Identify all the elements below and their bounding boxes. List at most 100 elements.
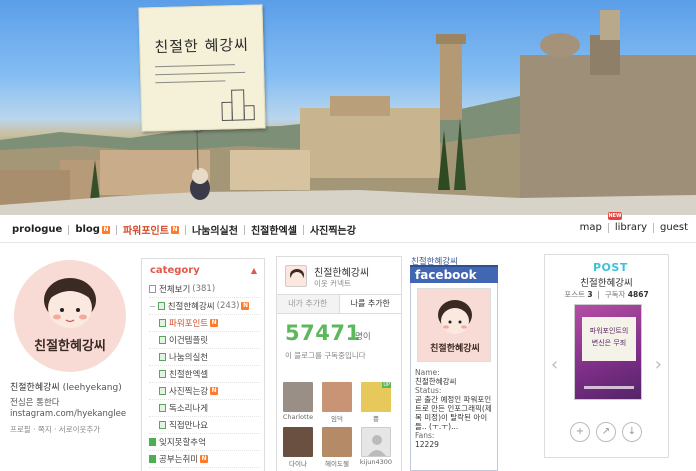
next-arrow-icon[interactable]: › (655, 354, 662, 375)
neighbor-thumbnail (322, 382, 352, 412)
profile-panel: 친절한혜강씨 친절한혜강씨 (leehyekang) 전심은 통한다 insta… (10, 260, 130, 435)
post-book-cover[interactable]: 파워포인트의 변신은 무죄 (574, 304, 642, 400)
nav-divider (115, 224, 117, 235)
download-icon[interactable]: ↓ (622, 422, 642, 442)
category-item-label: 파워포인트 (169, 319, 209, 329)
cover-title-box: 파워포인트의 변신은 무죄 (582, 317, 636, 361)
profile-name[interactable]: 친절한혜강씨 (10, 383, 60, 393)
category-item-label: 이건템플릿 (169, 336, 209, 346)
post-logo[interactable]: POST (593, 261, 628, 274)
nav-powerpoint[interactable]: 파워포인트 N (123, 222, 179, 237)
facebook-header: facebook (410, 265, 498, 283)
posts-label: 포스트 (564, 290, 586, 299)
facebook-fans: 12229 (415, 440, 439, 449)
nav-divider (184, 224, 186, 235)
neighbor-item[interactable]: Charlotte (281, 382, 315, 423)
svg-text:친절한혜강씨: 친절한혜강씨 (34, 338, 106, 354)
profile-avatar[interactable]: 친절한혜강씨 (14, 260, 126, 372)
profile-name-line: 친절한혜강씨 (leehyekang) (10, 382, 130, 394)
folder-icon (159, 336, 166, 344)
neighbor-widget: 친절한혜강씨 이웃 커넥트 내가 추가한 나를 추가한 57471 명이 이 블… (276, 256, 402, 471)
prev-arrow-icon[interactable]: ‹ (551, 354, 558, 375)
neighbor-item[interactable]: 다이나 (281, 427, 315, 468)
category-item[interactable]: 친절한엑셀 (149, 366, 261, 383)
new-badge: N (200, 455, 209, 463)
facebook-logo[interactable]: facebook (415, 268, 477, 282)
new-badge: N (170, 225, 179, 234)
nav-powerpoint-label: 파워포인트 (122, 226, 169, 237)
nav-sharing[interactable]: 나눔의실천 (192, 222, 238, 237)
cover-title-line: 변신은 무죄 (591, 339, 627, 347)
category-item[interactable]: 사진찍는강 N (149, 383, 261, 400)
facebook-status-label: Status: (415, 386, 442, 395)
neighbor-item[interactable]: 헤이도젤 (320, 427, 354, 468)
neighbor-name: 임덕 (331, 415, 343, 423)
facebook-profile-picture[interactable]: 친절한혜강씨 (417, 288, 491, 362)
category-item-label: 직접만나요 (169, 421, 209, 431)
neighbor-name: kijun4300 (359, 458, 393, 466)
subscriber-count: 57471 (285, 321, 361, 345)
subscriber-unit: 명이 (355, 332, 371, 342)
new-badge: N (210, 319, 219, 327)
category-group[interactable]: − 친절한혜강씨 (243) N (149, 298, 261, 315)
neighbor-item[interactable]: kijun4300 (359, 427, 393, 468)
neighbor-title[interactable]: 친절한혜강씨 (314, 264, 369, 279)
nav-divider (653, 222, 655, 233)
category-item[interactable]: 잊지못할추억 (149, 434, 261, 451)
neighbor-name: 뿅 (373, 415, 379, 423)
neighbor-name: 헤이도젤 (325, 460, 349, 468)
category-item[interactable]: 나눔의실천 (149, 349, 261, 366)
collapse-icon[interactable]: ▲ (251, 266, 257, 275)
category-item[interactable]: 공부는취미 N (149, 451, 261, 468)
character-illustration: 친절한혜강씨 (430, 300, 480, 354)
neighbor-avatar[interactable] (285, 265, 307, 287)
nav-menu-right: map library guest (580, 222, 688, 233)
nav-map[interactable]: map (580, 222, 602, 233)
nav-excel[interactable]: 친절한엑셀 (251, 222, 297, 237)
tab-added-by-me[interactable]: 내가 추가한 (277, 295, 339, 313)
blog-page: 친절한 혜강씨 prologue blog N 파워포인트 N 나눔의실천 친절한엑… (0, 0, 696, 471)
category-item[interactable]: 이건템플릿 (149, 332, 261, 349)
neighbor-thumbnail (322, 427, 352, 457)
subscriber-description: 이 블로그를 구독중입니다 (285, 351, 366, 360)
banner-scenery (0, 10, 696, 215)
note-line (155, 80, 226, 84)
profile-links[interactable]: 프로필 · 쪽지 · 서로이웃추가 (10, 424, 130, 435)
share-icon[interactable]: ↗ (596, 422, 616, 442)
posts-count: 3 (587, 290, 593, 299)
category-all-label: 전체보기 (159, 285, 191, 295)
folder-icon (159, 387, 166, 395)
neighbor-item[interactable]: UP 뿅 (359, 382, 393, 423)
post-title[interactable]: 친절한혜강씨 (545, 275, 668, 289)
neighbor-item[interactable]: 임덕 (320, 382, 354, 423)
post-widget: POST 친절한혜강씨 포스트 3 | 구독자 4867 ‹ 파워포인트의 변신… (544, 254, 669, 458)
tab-added-me[interactable]: 나를 추가한 (338, 295, 401, 313)
category-all[interactable]: 전체보기 (381) (149, 281, 261, 298)
default-user-icon (368, 435, 386, 456)
profile-id: (leehyekang) (62, 383, 122, 393)
nav-photo[interactable]: 사진찍는강 (310, 222, 356, 237)
category-item[interactable]: 파워포인트 N (149, 315, 261, 332)
category-item[interactable]: 독소리나게 (149, 400, 261, 417)
svg-text:친절한혜강씨: 친절한혜강씨 (430, 342, 480, 354)
facebook-name-label: Name: (415, 368, 440, 377)
category-item[interactable]: 직접만나요 (149, 417, 261, 434)
add-icon[interactable]: + (570, 422, 590, 442)
banner-note-title: 친절한 혜강씨 (154, 35, 250, 57)
folder-icon (159, 404, 166, 412)
nav-prologue[interactable]: prologue (12, 224, 62, 235)
neighbor-thumbnail (283, 382, 313, 412)
folder-icon (157, 302, 165, 310)
facebook-fans-label: Fans: (415, 431, 435, 440)
post-stats: 포스트 3 | 구독자 4867 (564, 290, 649, 299)
nav-guest[interactable]: guest (660, 222, 688, 233)
category-item-label: 나눔의실천 (169, 353, 209, 363)
folder-icon (159, 319, 166, 327)
new-badge: N (101, 225, 110, 234)
folder-icon (149, 438, 156, 446)
nav-blog[interactable]: blog N (75, 224, 110, 235)
nav-library[interactable]: library (615, 222, 647, 233)
nav-blog-label: blog (75, 224, 100, 235)
neighbor-thumbnail: UP (361, 382, 391, 412)
collapse-minus-icon[interactable]: − (149, 302, 156, 311)
